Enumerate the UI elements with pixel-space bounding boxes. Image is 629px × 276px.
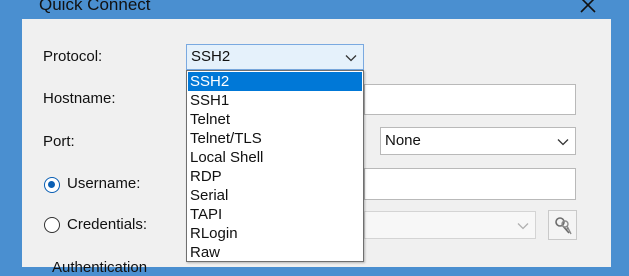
hostname-field[interactable] [364, 84, 576, 115]
username-radio[interactable] [44, 177, 60, 193]
protocol-option-ssh1[interactable]: SSH1 [188, 91, 362, 110]
username-field[interactable] [364, 168, 576, 200]
protocol-select[interactable]: SSH2 [186, 44, 364, 70]
chevron-down-icon [345, 55, 357, 62]
dialog-title: Quick Connect [39, 0, 151, 14]
protocol-option-ssh2[interactable]: SSH2 [188, 72, 362, 91]
title-bar[interactable]: Quick Connect [0, 0, 629, 19]
window-border-right [611, 0, 629, 267]
protocol-option-telnet-tls[interactable]: Telnet/TLS [188, 129, 362, 148]
chevron-down-icon [557, 139, 569, 146]
protocol-select-value: SSH2 [191, 48, 231, 65]
protocol-option-telnet[interactable]: Telnet [188, 110, 362, 129]
close-icon[interactable] [577, 0, 599, 16]
protocol-option-serial[interactable]: Serial [188, 186, 362, 205]
chevron-down-icon [517, 223, 529, 230]
manage-credentials-button[interactable] [548, 210, 577, 240]
port-label: Port: [43, 133, 75, 150]
keys-icon [555, 217, 572, 235]
hostname-label: Hostname: [43, 90, 116, 107]
authentication-label: Authentication [52, 259, 148, 276]
window-border-left [0, 0, 22, 267]
credentials-radio[interactable] [44, 217, 60, 233]
protocol-dropdown-list: SSH2 SSH1 Telnet Telnet/TLS Local Shell … [186, 70, 364, 262]
credentials-label: Credentials: [67, 216, 148, 233]
protocol-option-raw[interactable]: Raw [188, 243, 362, 262]
protocol-label: Protocol: [43, 48, 103, 65]
credentials-select[interactable] [364, 211, 536, 239]
protocol-option-tapi[interactable]: TAPI [188, 205, 362, 224]
protocol-option-rdp[interactable]: RDP [188, 167, 362, 186]
username-label: Username: [67, 175, 141, 192]
protocol-option-local-shell[interactable]: Local Shell [188, 148, 362, 167]
firewall-select[interactable]: None [380, 127, 576, 155]
firewall-select-value: None [385, 132, 421, 149]
protocol-option-rlogin[interactable]: RLogin [188, 224, 362, 243]
